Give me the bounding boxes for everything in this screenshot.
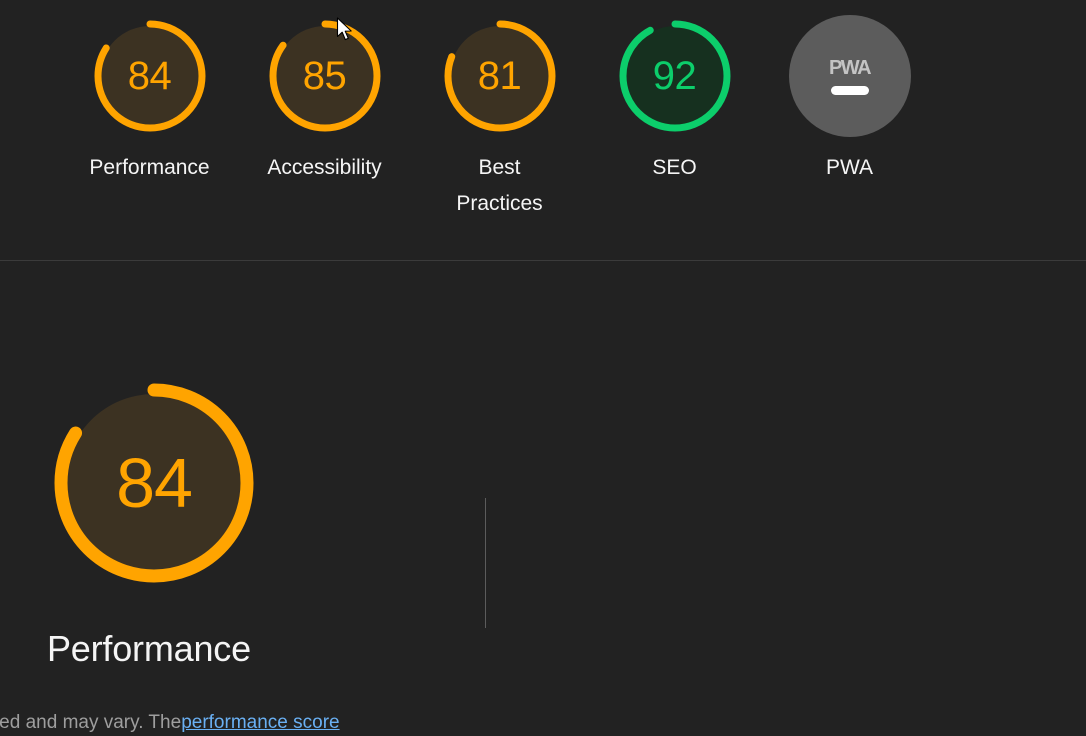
gauge-performance: 84 bbox=[89, 15, 211, 137]
gauge-value-performance-large: 84 bbox=[116, 444, 193, 522]
performance-score-link[interactable]: performance score bbox=[181, 712, 339, 733]
pwa-badge-icon: PWA bbox=[788, 15, 911, 137]
gauge-best-practices: 81 bbox=[439, 15, 561, 137]
score-gauge-performance[interactable]: 84 Performance bbox=[62, 15, 237, 186]
gauge-seo: 92 bbox=[614, 15, 736, 137]
section-vertical-divider bbox=[485, 498, 486, 628]
gauge-accessibility: 85 bbox=[264, 15, 386, 137]
performance-gauge-block: 84 Performance bbox=[45, 374, 265, 669]
gauge-label-seo: SEO bbox=[652, 156, 697, 179]
gauge-performance-large: 84 bbox=[45, 374, 263, 592]
score-gauge-seo[interactable]: 92 SEO bbox=[587, 15, 762, 186]
performance-category-section: 84 Performance Rain Employers Employees … bbox=[0, 261, 1086, 736]
gauge-value-seo: 92 bbox=[652, 54, 697, 98]
metrics-disclaimer: timated and may vary. The performance sc… bbox=[0, 710, 1086, 736]
pwa-logo-text: PWA bbox=[828, 56, 872, 79]
gauge-value-best-practices: 81 bbox=[477, 54, 522, 98]
gauge-label-best-practices: Best Practices bbox=[456, 156, 543, 215]
performance-section-title: Performance bbox=[47, 628, 251, 669]
not-applicable-dash-icon bbox=[830, 85, 869, 95]
gauge-label-accessibility: Accessibility bbox=[267, 156, 382, 179]
gauge-value-performance: 84 bbox=[127, 54, 172, 98]
scores-summary-bar: 84 Performance 85 Accessibility 81 Best … bbox=[0, 0, 1086, 261]
gauge-label-pwa: PWA bbox=[825, 156, 874, 179]
gauge-value-accessibility: 85 bbox=[302, 54, 347, 98]
disclaimer-text: timated and may vary. The bbox=[0, 712, 182, 733]
scores-row: 84 Performance 85 Accessibility 81 Best … bbox=[0, 0, 1086, 222]
score-gauge-pwa[interactable]: PWA PWA bbox=[762, 15, 937, 186]
gauge-label-performance: Performance bbox=[89, 156, 210, 179]
score-gauge-accessibility[interactable]: 85 Accessibility bbox=[237, 15, 412, 186]
score-gauge-best-practices[interactable]: 81 Best Practices bbox=[412, 15, 587, 222]
